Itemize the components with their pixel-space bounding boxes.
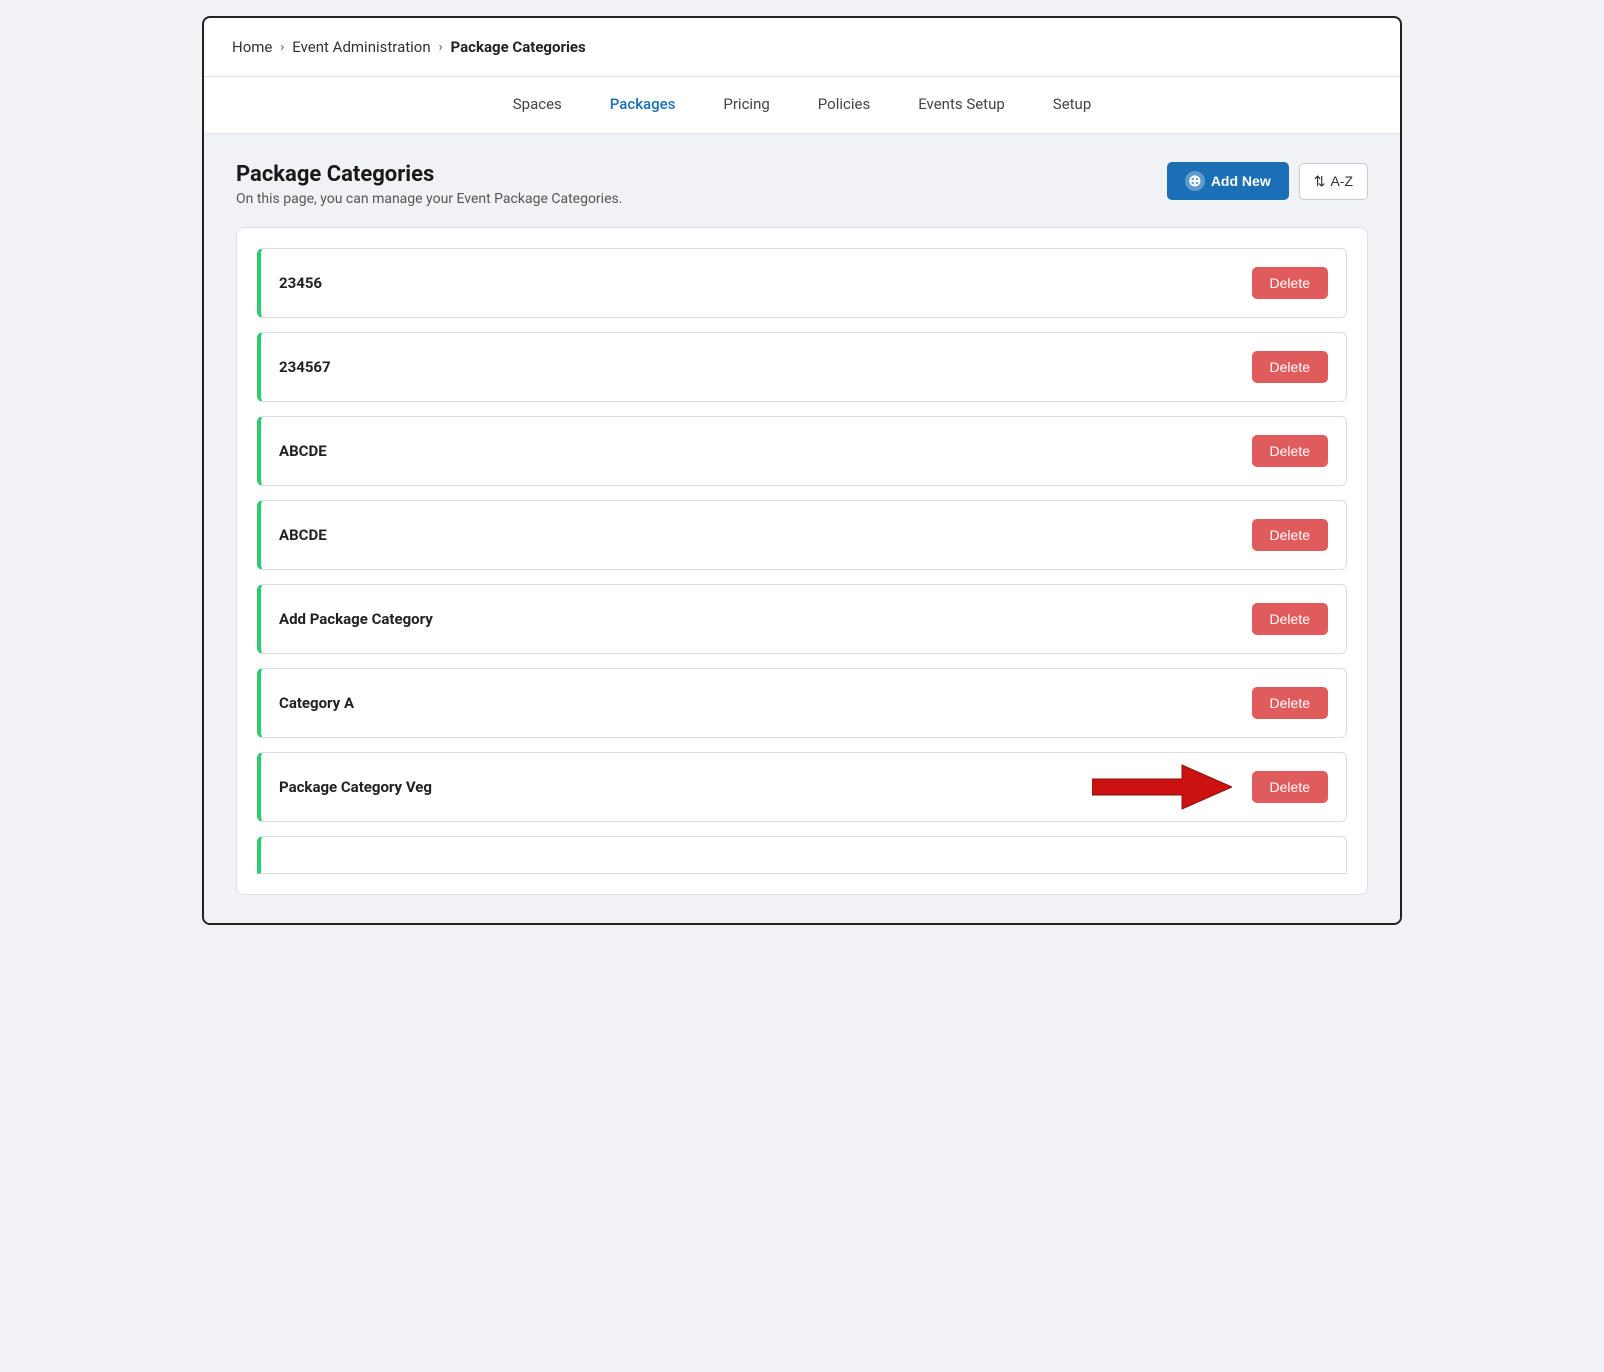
red-arrow-annotation bbox=[1092, 763, 1232, 811]
category-item: 23456 Delete bbox=[257, 248, 1347, 318]
nav-tab-spaces[interactable]: Spaces bbox=[513, 95, 562, 115]
category-name: Package Category Veg bbox=[279, 778, 432, 796]
category-name: 234567 bbox=[279, 358, 331, 376]
category-list: 23456 Delete 234567 Delete ABCDE Delete ABCDE D… bbox=[236, 227, 1368, 895]
header-actions: ⊕ Add New ⇅ A-Z bbox=[1167, 162, 1368, 200]
delete-button[interactable]: Delete bbox=[1252, 603, 1328, 635]
delete-button[interactable]: Delete bbox=[1252, 687, 1328, 719]
category-name: Category A bbox=[279, 694, 354, 712]
breadcrumb-sep-2: › bbox=[439, 40, 443, 55]
sort-button[interactable]: ⇅ A-Z bbox=[1299, 163, 1368, 200]
item-actions: Delete bbox=[1252, 771, 1328, 803]
add-new-label: Add New bbox=[1211, 173, 1271, 189]
category-item: ABCDE Delete bbox=[257, 416, 1347, 486]
page-title: Package Categories bbox=[236, 162, 622, 187]
breadcrumb-current: Package Categories bbox=[451, 38, 586, 56]
nav-tab-events-setup[interactable]: Events Setup bbox=[918, 95, 1005, 115]
nav-tab-pricing[interactable]: Pricing bbox=[723, 95, 769, 115]
sort-label: A-Z bbox=[1330, 173, 1353, 189]
add-new-button[interactable]: ⊕ Add New bbox=[1167, 162, 1289, 200]
category-name: 23456 bbox=[279, 274, 322, 292]
breadcrumb-sep-1: › bbox=[280, 40, 284, 55]
plus-icon: ⊕ bbox=[1185, 171, 1205, 191]
item-actions: Delete bbox=[1252, 687, 1328, 719]
nav-tab-policies[interactable]: Policies bbox=[818, 95, 870, 115]
page-title-section: Package Categories On this page, you can… bbox=[236, 162, 622, 207]
nav-tab-setup[interactable]: Setup bbox=[1053, 95, 1091, 115]
delete-button[interactable]: Delete bbox=[1252, 435, 1328, 467]
category-name: ABCDE bbox=[279, 442, 327, 460]
delete-button[interactable]: Delete bbox=[1252, 771, 1328, 803]
item-actions: Delete bbox=[1252, 519, 1328, 551]
nav-tabs: Spaces Packages Pricing Policies Events Setu… bbox=[204, 77, 1400, 134]
item-actions: Delete bbox=[1252, 351, 1328, 383]
delete-button[interactable]: Delete bbox=[1252, 351, 1328, 383]
page-subtitle: On this page, you can manage your Event … bbox=[236, 191, 622, 207]
breadcrumb: Home › Event Administration › Package Ca… bbox=[204, 18, 1400, 77]
delete-button[interactable]: Delete bbox=[1252, 519, 1328, 551]
category-name: Add Package Category bbox=[279, 610, 433, 628]
item-actions: Delete bbox=[1252, 435, 1328, 467]
category-item: Add Package Category Delete bbox=[257, 584, 1347, 654]
category-item: Package Category Veg Delete bbox=[257, 752, 1347, 822]
delete-button[interactable]: Delete bbox=[1252, 267, 1328, 299]
category-item-partial bbox=[257, 836, 1347, 874]
category-item: Category A Delete bbox=[257, 668, 1347, 738]
page-header: Package Categories On this page, you can… bbox=[236, 162, 1368, 207]
page-wrapper: Home › Event Administration › Package Ca… bbox=[202, 16, 1402, 925]
main-content: Package Categories On this page, you can… bbox=[204, 134, 1400, 923]
breadcrumb-home[interactable]: Home bbox=[232, 38, 272, 56]
category-item: ABCDE Delete bbox=[257, 500, 1347, 570]
nav-tab-packages[interactable]: Packages bbox=[610, 95, 676, 115]
sort-icon: ⇅ bbox=[1314, 173, 1326, 190]
breadcrumb-section[interactable]: Event Administration bbox=[292, 38, 430, 56]
category-name: ABCDE bbox=[279, 526, 327, 544]
category-item: 234567 Delete bbox=[257, 332, 1347, 402]
item-actions: Delete bbox=[1252, 267, 1328, 299]
item-actions: Delete bbox=[1252, 603, 1328, 635]
